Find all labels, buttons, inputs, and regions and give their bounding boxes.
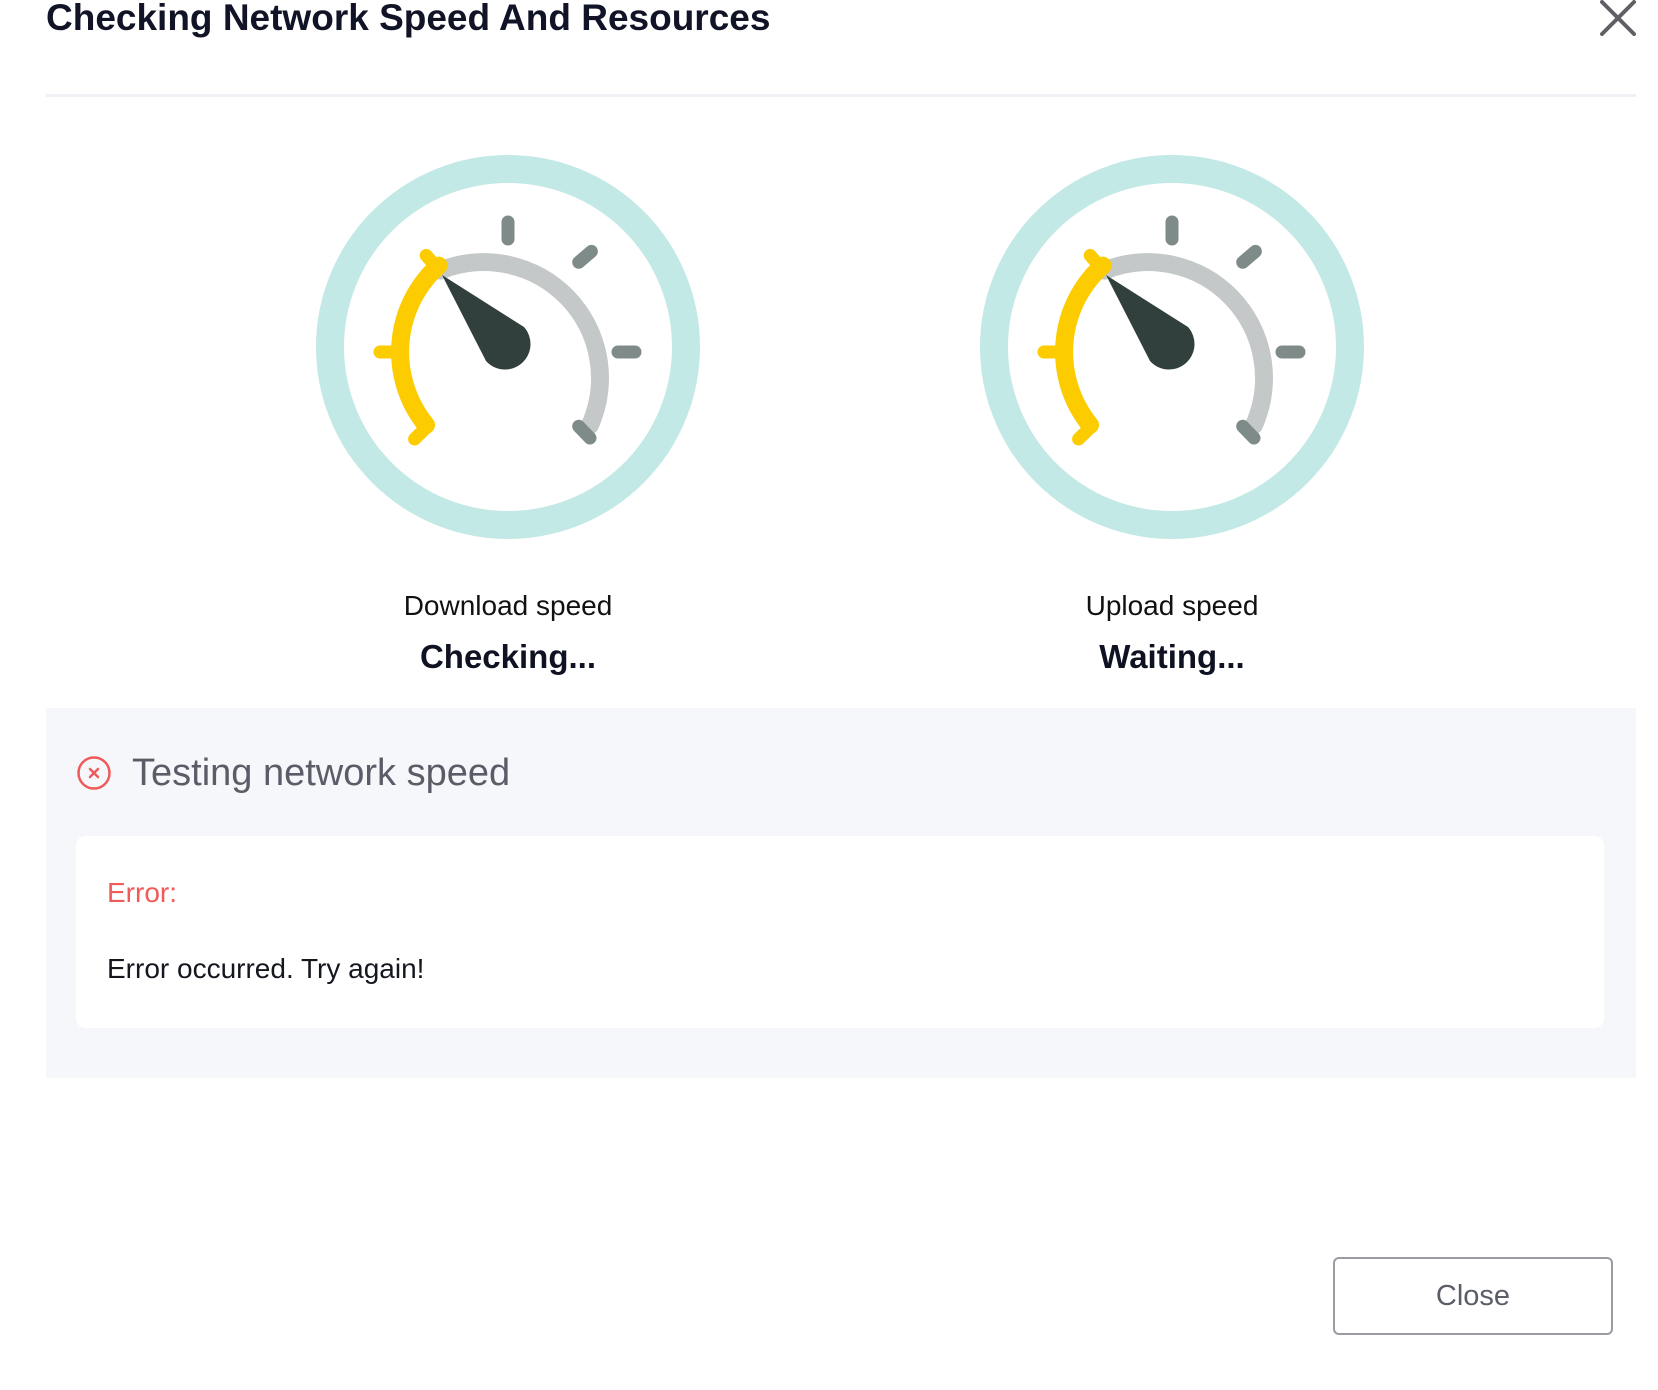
upload-speed-status: Waiting...	[1099, 638, 1245, 675]
error-circle-icon	[77, 756, 111, 790]
speedometer-icon	[980, 155, 1364, 539]
download-speed-gauge: Download speed Checking...	[308, 155, 708, 677]
network-check-dialog: Checking Network Speed And Resources Dow…	[0, 0, 1658, 1390]
speedometer-icon	[316, 155, 700, 539]
error-message: Error occurred. Try again!	[107, 953, 425, 984]
status-row: Testing network speed	[76, 748, 510, 798]
download-speed-status: Checking...	[419, 638, 597, 675]
dialog-title: Checking Network Speed And Resources	[46, 0, 771, 38]
upload-speed-label: Upload speed	[1085, 590, 1259, 621]
close-icon[interactable]	[1598, 0, 1638, 36]
test-status-panel: Testing network speed Error: Error occur…	[46, 708, 1636, 1078]
header-divider	[46, 94, 1636, 97]
status-text: Testing network speed	[132, 752, 511, 794]
upload-speed-gauge: Upload speed Waiting...	[972, 155, 1372, 677]
error-label: Error:	[107, 877, 177, 908]
error-card: Error: Error occurred. Try again!	[76, 836, 1604, 1028]
close-button[interactable]: Close	[1333, 1257, 1613, 1335]
download-speed-label: Download speed	[403, 590, 613, 621]
